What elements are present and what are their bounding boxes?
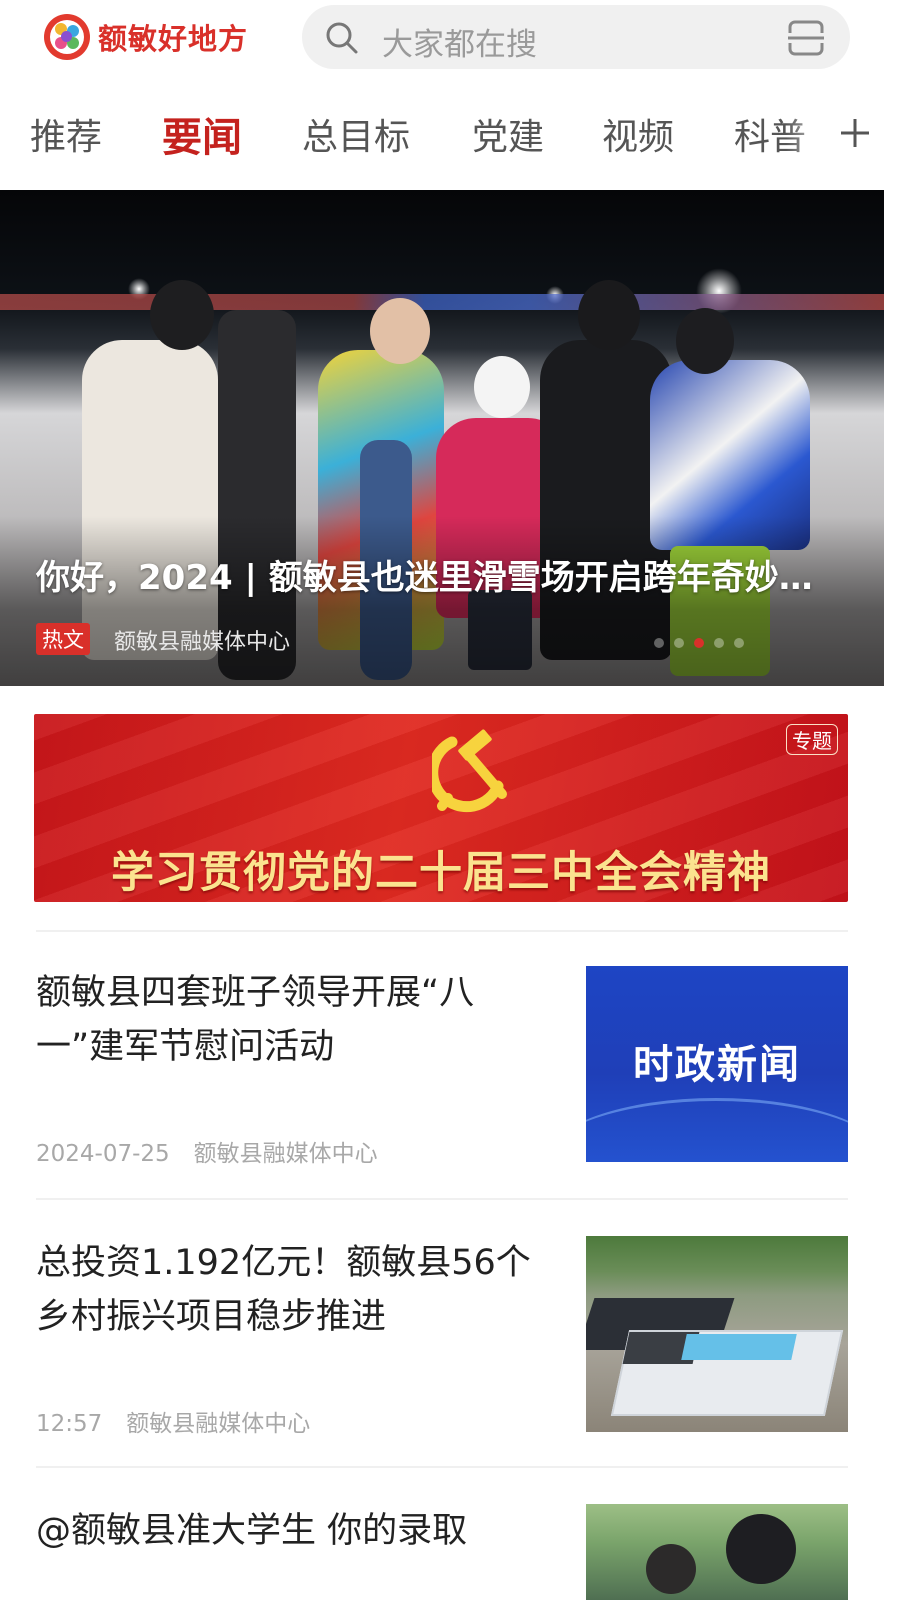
scan-icon[interactable]	[786, 19, 826, 57]
skier-head	[676, 308, 734, 374]
add-channel-icon[interactable]	[838, 116, 872, 150]
tab-headlines[interactable]: 要闻	[162, 105, 242, 163]
search-bar[interactable]: 大家都在搜	[302, 5, 850, 69]
thumb-shape	[681, 1334, 797, 1360]
tabs-fade	[786, 108, 846, 168]
news-thumbnail[interactable]	[586, 1504, 848, 1600]
carousel-dot[interactable]	[674, 638, 684, 648]
hammer-sickle-icon	[432, 729, 507, 813]
carousel-dot-active[interactable]	[694, 638, 704, 648]
news-thumbnail[interactable]	[586, 1236, 848, 1432]
hero-overlay	[0, 516, 884, 686]
news-item[interactable]: 总投资1.192亿元！额敏县56个乡村振兴项目稳步推进 12:57 额敏县融媒体中…	[0, 1236, 900, 1446]
app-logo[interactable]: 额敏好地方	[44, 12, 248, 62]
carousel-indicator	[654, 638, 744, 648]
carousel-dot[interactable]	[714, 638, 724, 648]
tab-overall-goal[interactable]: 总目标	[302, 108, 410, 160]
special-topic-banner[interactable]: 专题 学习贯彻党的二十届三中全会精神	[34, 714, 848, 902]
divider	[36, 1198, 848, 1200]
topic-tag: 专题	[786, 724, 838, 755]
divider	[36, 930, 848, 932]
news-meta: 12:57 额敏县融媒体中心	[36, 1404, 310, 1438]
news-title[interactable]: 额敏县四套班子领导开展“八一”建军节慰问活动	[36, 966, 546, 1074]
news-date: 12:57	[36, 1411, 103, 1437]
thumb-decoration	[586, 1098, 848, 1162]
news-item[interactable]: 额敏县四套班子领导开展“八一”建军节慰问活动 2024-07-25 额敏县融媒体中…	[0, 966, 900, 1176]
news-date: 2024-07-25	[36, 1141, 170, 1167]
news-meta: 2024-07-25 额敏县融媒体中心	[36, 1134, 378, 1168]
news-source: 额敏县融媒体中心	[193, 1141, 378, 1167]
search-placeholder[interactable]: 大家都在搜	[382, 19, 537, 64]
news-thumbnail[interactable]: 时政新闻	[586, 966, 848, 1162]
thumb-caption: 时政新闻	[633, 1042, 801, 1088]
news-item[interactable]: @额敏县准大学生 你的录取	[0, 1504, 900, 1600]
carousel-dot[interactable]	[734, 638, 744, 648]
thumb-shape	[726, 1514, 796, 1584]
divider	[36, 1466, 848, 1468]
app-name: 额敏好地方	[98, 22, 249, 56]
thumb-shape	[646, 1544, 696, 1594]
skier-head	[474, 356, 530, 418]
search-icon	[326, 22, 358, 54]
hot-badge: 热文	[36, 623, 90, 655]
skier-head	[578, 280, 640, 350]
channel-tabs: 推荐 要闻 总目标 党建 视频 科普	[0, 108, 900, 168]
news-title[interactable]: 总投资1.192亿元！额敏县56个乡村振兴项目稳步推进	[36, 1236, 546, 1344]
news-title[interactable]: @额敏县准大学生 你的录取	[36, 1504, 556, 1558]
tab-recommend[interactable]: 推荐	[30, 108, 102, 160]
app-header: 额敏好地方 大家都在搜	[0, 0, 900, 90]
carousel-dot[interactable]	[654, 638, 664, 648]
tab-video[interactable]: 视频	[602, 108, 674, 160]
skier-head	[370, 298, 430, 364]
hero-source: 额敏县融媒体中心	[114, 630, 291, 655]
skier-head	[150, 280, 214, 350]
banner-title: 学习贯彻党的二十届三中全会精神	[111, 848, 771, 898]
tab-party-building[interactable]: 党建	[472, 108, 544, 160]
slope-fence	[0, 294, 884, 310]
news-source: 额敏县融媒体中心	[126, 1411, 311, 1437]
hero-carousel[interactable]: 你好，2024 | 额敏县也迷里滑雪场开启跨年奇妙… 热文 额敏县融媒体中心	[0, 190, 884, 686]
app-logo-icon	[44, 14, 90, 60]
hero-title[interactable]: 你好，2024 | 额敏县也迷里滑雪场开启跨年奇妙…	[36, 550, 856, 599]
